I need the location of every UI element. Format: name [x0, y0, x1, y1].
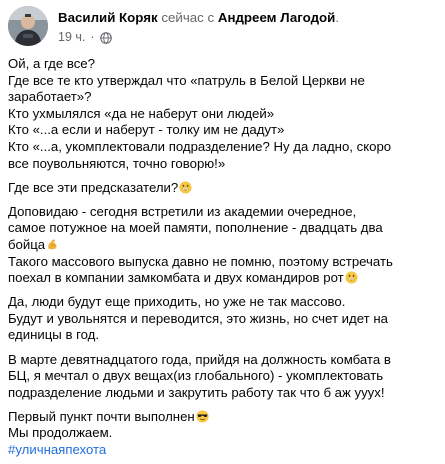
hashtag-link[interactable]: #уличнаяпехота	[8, 442, 106, 457]
tagged-suffix: .	[335, 10, 340, 25]
post-time[interactable]: 19 ч.	[58, 30, 85, 45]
paragraph-3: Доповидаю - сегодня встретили из академи…	[8, 204, 439, 287]
text-line: Кто ухмылялся «да не наберут они людей»	[8, 105, 275, 121]
text-line: все поувольняются, точно говорю!»	[8, 155, 226, 171]
text-line: заработает»?	[8, 89, 92, 105]
paragraph-1: Ой, а где все? Где все те кто утверждал …	[8, 56, 439, 172]
paragraph-2: Где все эти предсказатели?	[8, 180, 439, 197]
text-line: Кто «...а если и наберут - толку им не д…	[8, 122, 285, 138]
flexed-biceps-icon	[48, 239, 57, 250]
text-line: Ой, а где все?	[8, 56, 95, 71]
text-line: Доповидаю - сегодня встретили из академи…	[8, 203, 357, 219]
text-line: В марте девятнадцатого года, прийдя на д…	[8, 351, 391, 367]
text-line: Мы продолжаем.	[8, 425, 113, 441]
grin-emoji-icon	[345, 271, 358, 284]
post-body: Ой, а где все? Где все те кто утверждал …	[8, 56, 439, 459]
text-line: единицы в год.	[8, 327, 100, 343]
text-span: Где все эти предсказатели?	[8, 179, 179, 195]
text-line: Будут и увольнятся и переводится, это жи…	[8, 310, 388, 326]
paragraph-4: Да, люди будут еще приходить, но уже не …	[8, 294, 439, 344]
avatar-photo-icon	[8, 6, 48, 46]
post-header: Василий Коряк сейчас с Андреем Лагодой. …	[8, 6, 437, 46]
text-line: поехал в компании замкомбата и двух кома…	[8, 270, 439, 287]
author-line: Василий Коряк сейчас с Андреем Лагодой.	[58, 10, 339, 26]
author-avatar[interactable]	[8, 6, 48, 46]
text-line: БЦ, я мечтал о двух вещах(из глобального…	[8, 368, 384, 384]
text-line: Кто «...а, укомплектовали подразделение?…	[8, 138, 392, 154]
paragraph-6: Первый пункт почти выполнен Мы продолжае…	[8, 409, 439, 459]
tagged-person[interactable]: Андреем Лагодой	[218, 10, 335, 25]
author-name[interactable]: Василий Коряк	[58, 10, 158, 25]
text-line: самое потужное на моей памяти, пополнени…	[8, 220, 383, 236]
text-line: Где все те кто утверждал что «патруль в …	[8, 72, 365, 88]
hashtag-line: #уличнаяпехота	[8, 442, 439, 459]
text-line: Где все эти предсказатели?	[8, 180, 439, 197]
text-line: бойца	[8, 237, 439, 254]
text-span: Первый пункт почти выполнен	[8, 408, 195, 424]
grin-emoji-icon	[179, 181, 192, 194]
text-line: Такого массового выпуска давно не помню,…	[8, 253, 393, 269]
text-span: поехал в компании замкомбата и двух кома…	[8, 270, 344, 286]
meta-separator: ·	[90, 30, 95, 44]
facebook-post: Василий Коряк сейчас с Андреем Лагодой. …	[0, 0, 445, 464]
text-line: подразделение людьми и закрутить работу …	[8, 384, 385, 400]
sunglasses-emoji-icon	[196, 410, 209, 423]
activity-text: сейчас с	[161, 10, 215, 25]
paragraph-5: В марте девятнадцатого года, прийдя на д…	[8, 352, 439, 402]
text-line: Да, люди будут еще приходить, но уже не …	[8, 294, 346, 310]
text-line: Первый пункт почти выполнен	[8, 409, 439, 426]
post-meta: 19 ч. ·	[58, 30, 112, 45]
text-span: бойца	[8, 236, 46, 252]
globe-icon[interactable]	[99, 31, 112, 44]
